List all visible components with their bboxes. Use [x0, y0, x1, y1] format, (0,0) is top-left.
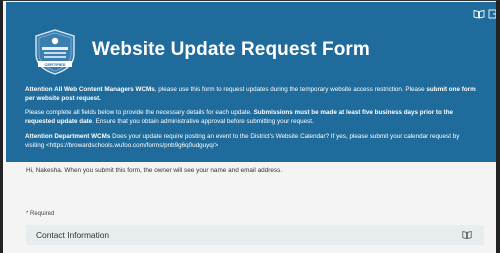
instructions-text: Please complete all fields below to prov…: [25, 109, 254, 116]
form-title: Website Update Request Form: [92, 39, 370, 60]
calendar-paragraph: Attention Department WCMs Does your upda…: [25, 133, 477, 150]
section-title: Contact Information: [36, 230, 110, 240]
immersive-reader-icon[interactable]: [462, 230, 472, 240]
attention-department-label: Attention Department WCMs: [25, 133, 111, 140]
identity-notice: Hi, Nakesha. When you submit this form, …: [26, 167, 283, 174]
section-contact-information: Contact Information: [26, 225, 484, 245]
form-window: CERTIFIED Website Update Request Form At…: [0, 0, 500, 253]
instructions-paragraph: Please complete all fields below to prov…: [25, 109, 477, 126]
exit-icon[interactable]: [487, 8, 496, 20]
intro-paragraph: Attention All Web Content Managers WCMs,…: [25, 86, 477, 103]
form-header: CERTIFIED Website Update Request Form At…: [6, 2, 496, 162]
calendar-text-end: >: [214, 141, 219, 149]
attention-wcm-label: Attention All Web Content Managers WCMs: [25, 86, 155, 93]
form-body: Hi, Nakesha. When you submit this form, …: [6, 162, 496, 253]
required-label: * Required: [26, 211, 55, 217]
intro-text: , please use this form to request update…: [154, 86, 427, 93]
approval-text: . Ensure that you obtain administrative …: [92, 117, 314, 125]
badge-label: CERTIFIED: [44, 62, 65, 67]
certified-badge-logo: CERTIFIED: [35, 29, 75, 75]
immersive-reader-icon[interactable]: [472, 8, 486, 20]
calendar-request-link[interactable]: https://browardschools.wufoo.com/forms/p…: [50, 142, 215, 149]
